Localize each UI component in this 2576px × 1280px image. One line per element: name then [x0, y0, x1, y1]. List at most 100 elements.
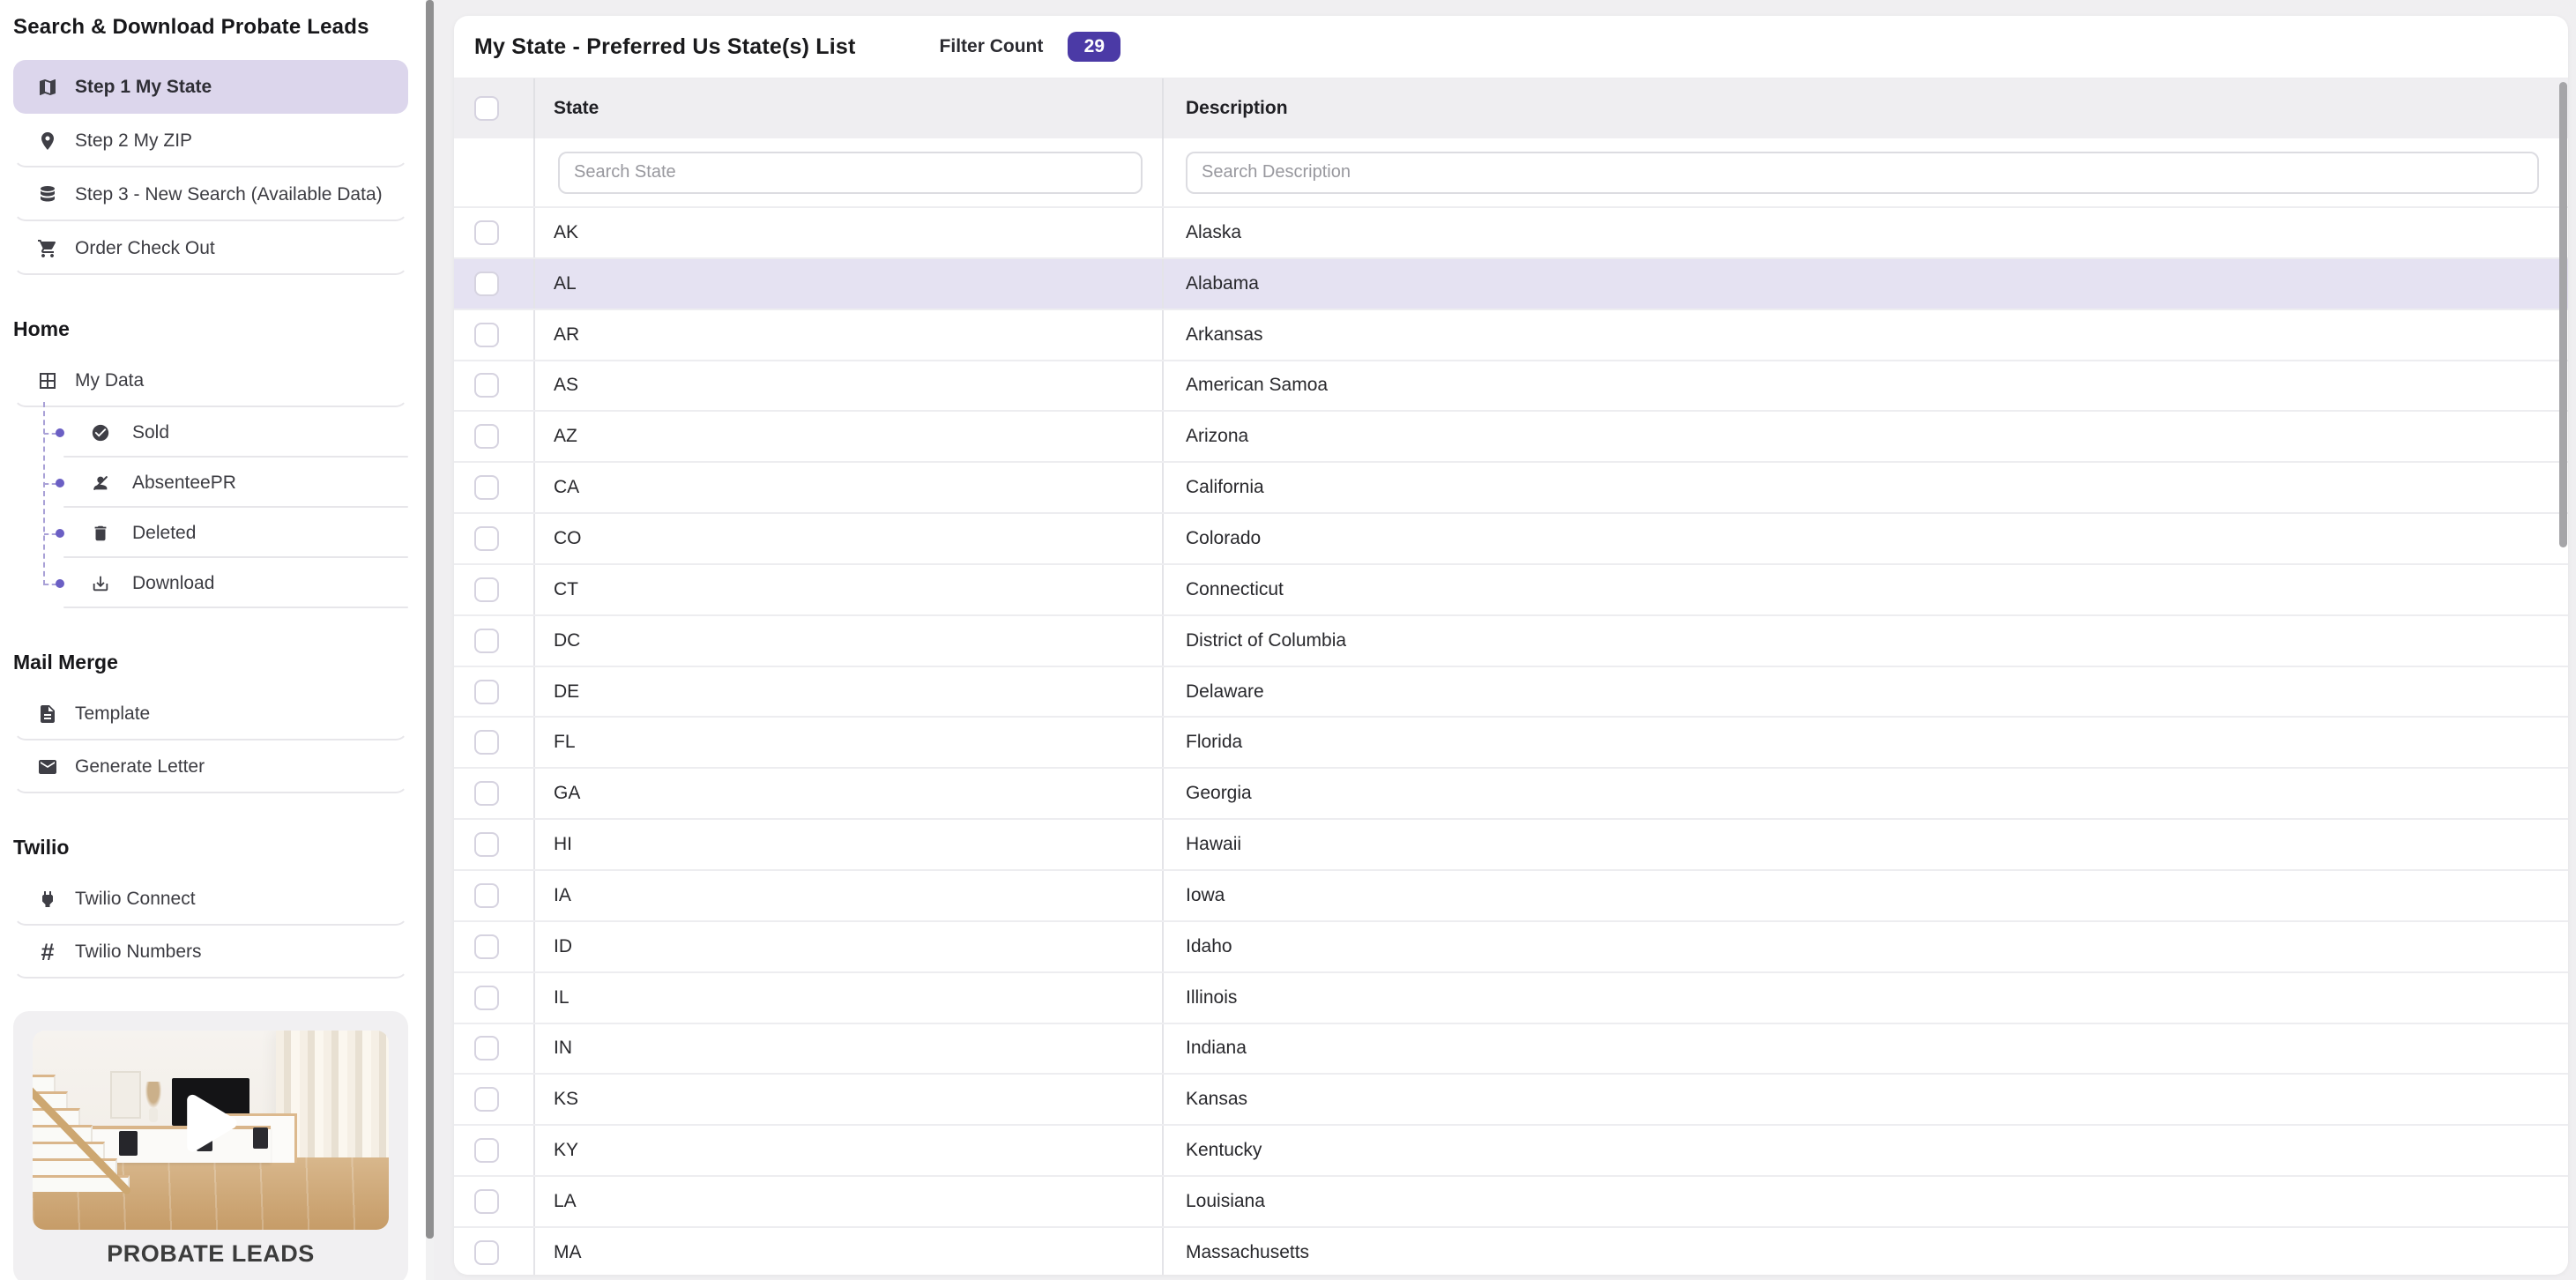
description-cell: Alabama	[1164, 259, 2568, 309]
state-cell: LA	[535, 1177, 1164, 1226]
row-checkbox[interactable]	[474, 1240, 499, 1265]
row-checkbox[interactable]	[474, 986, 499, 1010]
check-circle-icon	[91, 423, 110, 443]
table-row[interactable]: CO Colorado	[454, 514, 2568, 565]
row-checkbox-cell	[454, 871, 535, 920]
table-row[interactable]: AR Arkansas	[454, 310, 2568, 361]
state-cell: KY	[535, 1126, 1164, 1175]
subnav-item-label: Download	[132, 573, 214, 594]
description-search-cell	[1164, 138, 2568, 206]
state-cell: AZ	[535, 412, 1164, 461]
art-plant	[144, 1082, 163, 1112]
play-icon[interactable]	[182, 1090, 240, 1154]
table-row[interactable]: CA California	[454, 463, 2568, 514]
description-cell: Arizona	[1164, 412, 2568, 461]
sidebar-scrollbar-track[interactable]	[426, 0, 434, 1280]
table-row[interactable]: IA Iowa	[454, 871, 2568, 922]
table-row[interactable]: AZ Arizona	[454, 412, 2568, 463]
trash-icon	[91, 524, 110, 543]
search-description-input[interactable]	[1186, 152, 2539, 194]
row-checkbox[interactable]	[474, 629, 499, 653]
sidebar-subnav-item[interactable]: Deleted	[13, 508, 408, 558]
sidebar-subnav-item[interactable]: AbsenteePR	[13, 458, 408, 508]
row-checkbox[interactable]	[474, 1189, 499, 1214]
search-state-input[interactable]	[558, 152, 1143, 194]
state-cell: CO	[535, 514, 1164, 563]
row-checkbox[interactable]	[474, 680, 499, 704]
sidebar-nav-item[interactable]: Template	[13, 688, 408, 740]
row-checkbox[interactable]	[474, 1087, 499, 1112]
row-checkbox[interactable]	[474, 323, 499, 347]
row-checkbox-cell	[454, 1075, 535, 1124]
row-checkbox[interactable]	[474, 781, 499, 806]
row-checkbox[interactable]	[474, 730, 499, 755]
sidebar-step-item[interactable]: Step 3 - New Search (Available Data)	[13, 167, 408, 221]
row-checkbox[interactable]	[474, 934, 499, 959]
row-checkbox[interactable]	[474, 272, 499, 296]
row-checkbox[interactable]	[474, 220, 499, 245]
table-row[interactable]: AK Alaska	[454, 208, 2568, 259]
sidebar-subnav-item[interactable]: Download	[13, 558, 408, 608]
sidebar-subnav-item[interactable]: Sold	[13, 407, 408, 458]
row-checkbox[interactable]	[474, 883, 499, 908]
description-cell: Colorado	[1164, 514, 2568, 563]
row-checkbox[interactable]	[474, 526, 499, 551]
table-row[interactable]: FL Florida	[454, 718, 2568, 769]
sidebar-nav-item[interactable]: My Data	[13, 354, 408, 407]
sidebar-nav-item[interactable]: Twilio Connect	[13, 873, 408, 926]
row-checkbox[interactable]	[474, 577, 499, 602]
table-search-row	[454, 138, 2568, 208]
table-row[interactable]: GA Georgia	[454, 769, 2568, 820]
row-checkbox[interactable]	[474, 1138, 499, 1163]
row-checkbox[interactable]	[474, 373, 499, 398]
row-checkbox[interactable]	[474, 424, 499, 449]
table-row[interactable]: AL Alabama	[454, 259, 2568, 310]
table-row[interactable]: HI Hawaii	[454, 820, 2568, 871]
video-thumbnail[interactable]	[33, 1031, 389, 1230]
table-row[interactable]: CT Connecticut	[454, 565, 2568, 616]
table-row[interactable]: KY Kentucky	[454, 1126, 2568, 1177]
table-row[interactable]: IL Illinois	[454, 973, 2568, 1024]
row-checkbox[interactable]	[474, 475, 499, 500]
art-stairs	[33, 1050, 138, 1198]
state-cell: HI	[535, 820, 1164, 869]
table-row[interactable]: MA Massachusetts	[454, 1228, 2568, 1275]
state-cell: IA	[535, 871, 1164, 920]
panel-header: My State - Preferred Us State(s) List Fi…	[454, 16, 2568, 78]
table-row[interactable]: KS Kansas	[454, 1075, 2568, 1126]
select-all-cell	[454, 78, 535, 138]
table-scrollbar-thumb[interactable]	[2559, 82, 2567, 547]
state-cell: IL	[535, 973, 1164, 1023]
row-checkbox-cell	[454, 922, 535, 971]
description-cell: Indiana	[1164, 1024, 2568, 1074]
sidebar-scrollbar-thumb[interactable]	[426, 0, 434, 1239]
row-checkbox-cell	[454, 1177, 535, 1226]
select-all-checkbox[interactable]	[474, 96, 499, 121]
sidebar-nav-item[interactable]: # Twilio Numbers	[13, 926, 408, 979]
sidebar-nav-item[interactable]: Generate Letter	[13, 740, 408, 793]
table-row[interactable]: DE Delaware	[454, 667, 2568, 718]
table-icon	[37, 370, 58, 391]
row-checkbox-cell	[454, 259, 535, 309]
sidebar-step-item[interactable]: Step 2 My ZIP	[13, 114, 408, 167]
sidebar-step-item[interactable]: Order Check Out	[13, 221, 408, 275]
row-checkbox[interactable]	[474, 1036, 499, 1060]
table-row[interactable]: IN Indiana	[454, 1024, 2568, 1075]
table-row[interactable]: ID Idaho	[454, 922, 2568, 973]
table-row[interactable]: LA Louisiana	[454, 1177, 2568, 1228]
plug-icon	[37, 889, 58, 910]
description-cell: Massachusetts	[1164, 1228, 2568, 1275]
table-row[interactable]: DC District of Columbia	[454, 616, 2568, 667]
subnav-item-label: Sold	[132, 422, 169, 443]
description-cell: Alaska	[1164, 208, 2568, 257]
description-cell: District of Columbia	[1164, 616, 2568, 666]
section-heading-home: Home	[13, 316, 408, 342]
description-column-header: Description	[1164, 78, 2568, 138]
state-cell: MA	[535, 1228, 1164, 1275]
filter-count-label: Filter Count	[940, 36, 1044, 57]
sidebar-step-item[interactable]: Step 1 My State	[13, 60, 408, 114]
row-checkbox[interactable]	[474, 832, 499, 857]
download-icon	[91, 574, 110, 593]
table-row[interactable]: AS American Samoa	[454, 361, 2568, 413]
tree-dot-icon	[56, 579, 64, 588]
